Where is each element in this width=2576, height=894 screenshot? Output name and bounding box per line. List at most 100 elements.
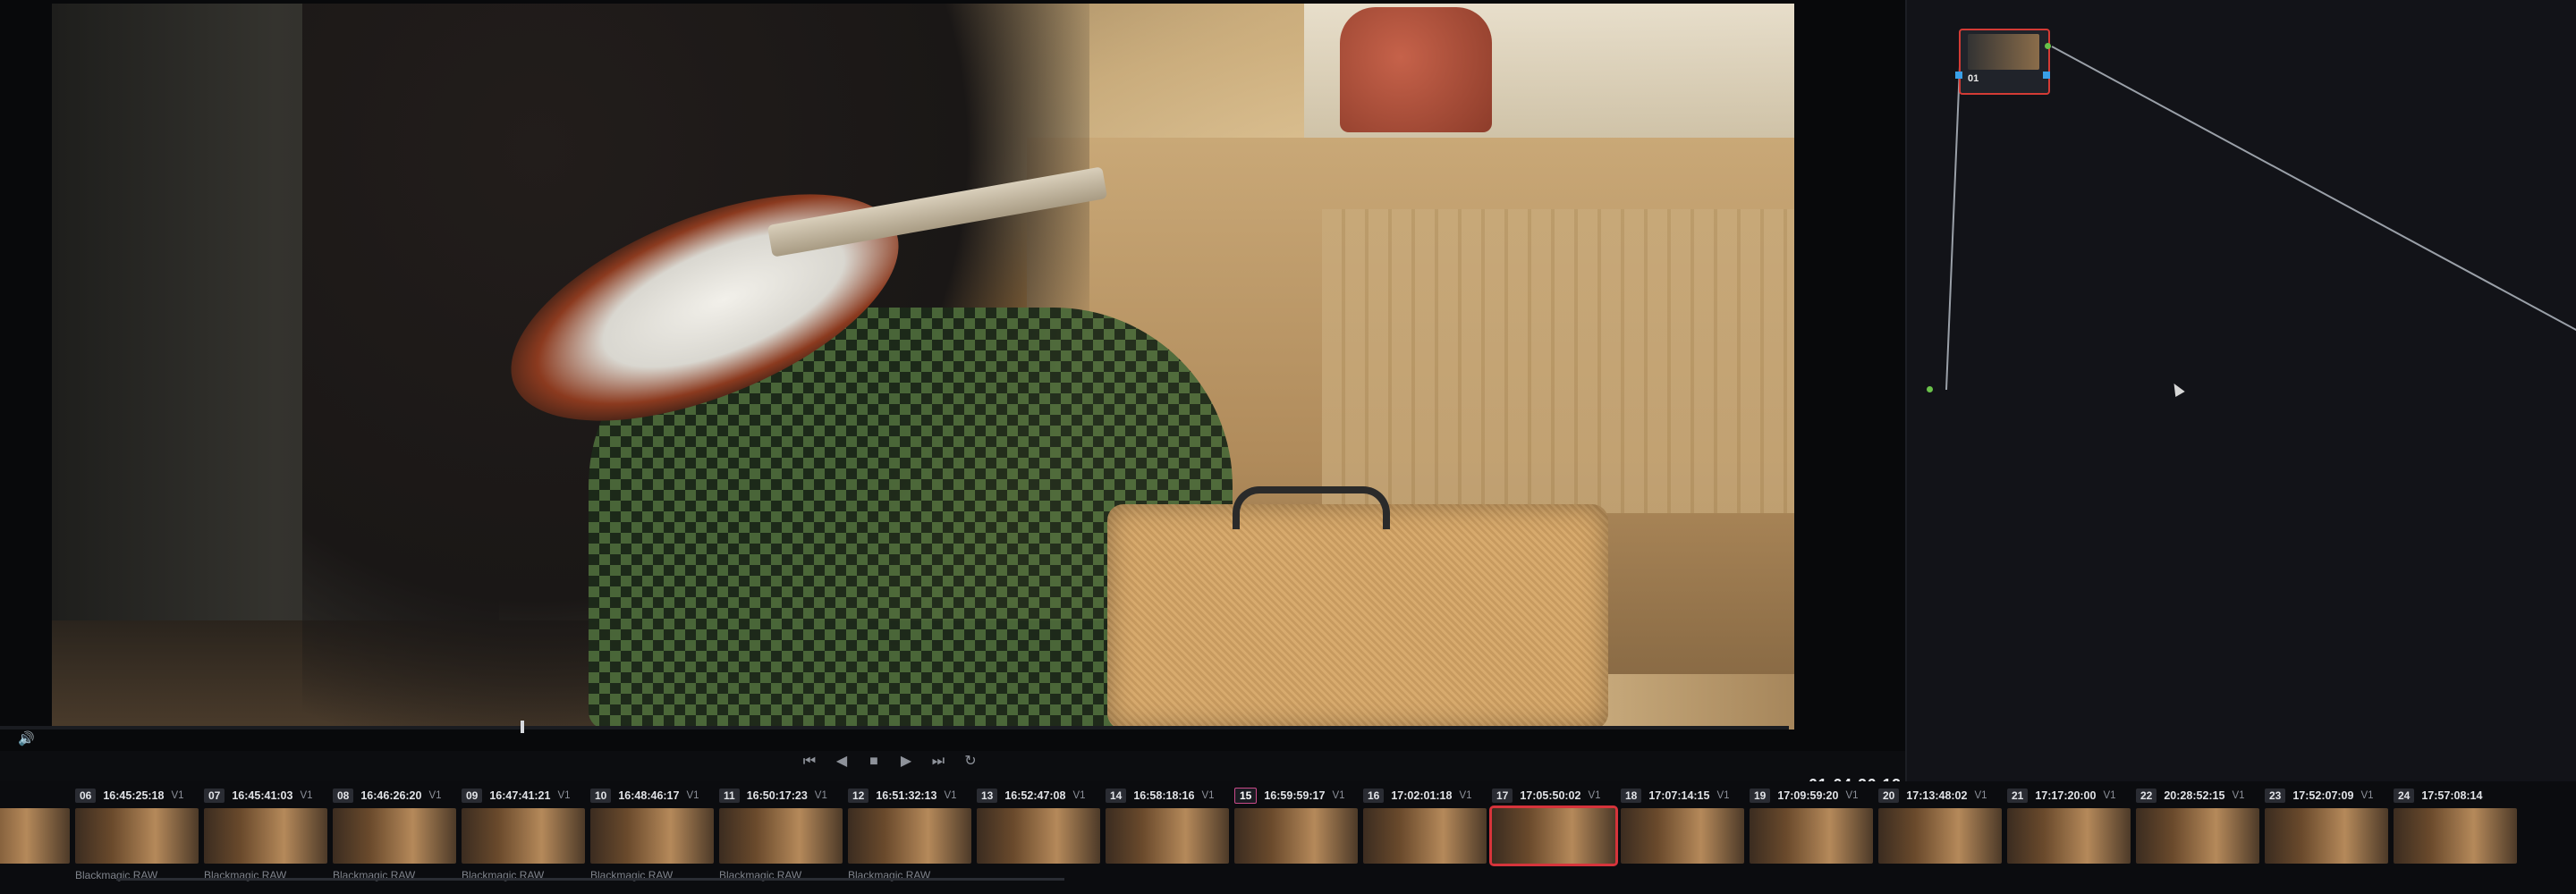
play-reverse-icon[interactable]: ◀: [832, 752, 852, 772]
clip-thumbnail[interactable]: [1489, 805, 1618, 866]
clip-timecode: 16:51:32:13: [876, 789, 937, 802]
frame-plant: [1340, 7, 1492, 132]
playhead-marker[interactable]: [521, 721, 524, 733]
clip-header: 21 17:17:20:00 V1: [2007, 787, 2116, 805]
clip-index-badge: 22: [2136, 789, 2157, 803]
clip-index-badge: 07: [204, 789, 225, 803]
clip-thumbnail[interactable]: [1750, 808, 1873, 864]
scrubber-bar[interactable]: [0, 726, 1789, 730]
clip-thumbnail[interactable]: [333, 808, 456, 864]
clip-timecode: 16:48:46:17: [618, 789, 680, 802]
clip-index-badge: 14: [1106, 789, 1127, 803]
clip-timecode: 16:58:18:16: [1133, 789, 1195, 802]
last-frame-icon[interactable]: ⏭: [928, 752, 948, 772]
node-editor[interactable]: [1905, 0, 2576, 787]
clip-index-badge: 24: [2394, 789, 2415, 803]
node-output-port[interactable]: [2043, 72, 2050, 79]
clip-track-label: V1: [1845, 790, 1859, 801]
clip-timecode: 17:02:01:18: [1391, 789, 1453, 802]
clip-timecode: 16:59:59:17: [1264, 789, 1326, 802]
clip-item[interactable]: 17 17:05:50:02 V1: [1489, 781, 1621, 894]
clip-thumbnail[interactable]: [848, 808, 971, 864]
clip-thumbnail[interactable]: [1106, 808, 1229, 864]
clip-header: 07 16:45:41:03 V1: [204, 787, 313, 805]
clip-track-label: V1: [2360, 790, 2374, 801]
clip-item[interactable]: 18 17:07:14:15 V1: [1621, 781, 1750, 894]
clip-index-badge: 20: [1878, 789, 1900, 803]
clip-header: 23 17:52:07:09 V1: [2265, 787, 2374, 805]
clip-track-label: V1: [2103, 790, 2116, 801]
clip-thumbnail[interactable]: [590, 808, 714, 864]
frame-amp-handle: [1233, 486, 1390, 529]
clip-item[interactable]: 14 16:58:18:16 V1: [1106, 781, 1234, 894]
clip-thumbnail[interactable]: [2007, 808, 2131, 864]
clip-timecode: 16:45:25:18: [103, 789, 165, 802]
clip-item[interactable]: 19 17:09:59:20 V1: [1750, 781, 1878, 894]
clip-item[interactable]: 3:21V1W: [0, 781, 75, 894]
clip-item[interactable]: 23 17:52:07:09 V1: [2265, 781, 2394, 894]
node-thumbnail: [1968, 34, 2039, 70]
clip-timecode: 17:13:48:02: [1906, 789, 1968, 802]
clip-track-label: V1: [1072, 790, 1086, 801]
frame-amp: [1107, 504, 1608, 730]
clip-thumbnail[interactable]: [1878, 808, 2002, 864]
clip-header: 17 17:05:50:02 V1: [1492, 787, 1601, 805]
clip-thumbnail[interactable]: [2136, 808, 2259, 864]
first-frame-icon[interactable]: ⏮: [800, 752, 819, 772]
clip-index-badge: 12: [848, 789, 869, 803]
clip-header: 12 16:51:32:13 V1: [848, 787, 957, 805]
clip-header: 06 16:45:25:18 V1: [75, 787, 184, 805]
clip-thumbnail[interactable]: [977, 808, 1100, 864]
clip-scrollbar[interactable]: [116, 878, 1064, 881]
clip-thumbnail[interactable]: [204, 808, 327, 864]
node-label: 01: [1968, 73, 1979, 84]
clip-item[interactable]: 15 16:59:59:17 V1: [1234, 781, 1363, 894]
clip-track-label: V1: [2232, 790, 2245, 801]
stop-icon[interactable]: ■: [864, 752, 884, 772]
volume-icon[interactable]: 🔊: [18, 731, 35, 747]
clip-thumbnail[interactable]: [2265, 808, 2388, 864]
clip-header: 14 16:58:18:16 V1: [1106, 787, 1215, 805]
viewer-frame[interactable]: [52, 4, 1794, 730]
clip-thumbnail[interactable]: [1234, 808, 1358, 864]
clip-timecode: 16:52:47:08: [1004, 789, 1066, 802]
clip-item[interactable]: 20 17:13:48:02 V1: [1878, 781, 2007, 894]
clip-index-badge: 19: [1750, 789, 1771, 803]
clip-track-label: V1: [1459, 790, 1472, 801]
clip-thumbnail[interactable]: [1621, 808, 1744, 864]
clip-index-badge: 21: [2007, 789, 2029, 803]
clip-header: 08 16:46:26:20 V1: [333, 787, 442, 805]
clip-header: 24 17:57:08:14: [2394, 787, 2482, 805]
clip-header: 09 16:47:41:21 V1: [462, 787, 571, 805]
clip-thumbnail[interactable]: [1363, 808, 1487, 864]
clip-track-label: V1: [171, 790, 184, 801]
transport-controls: ⏮ ◀ ■ ▶ ⏭ ↻: [800, 749, 980, 774]
clip-thumbnail[interactable]: [719, 808, 843, 864]
play-icon[interactable]: ▶: [896, 752, 916, 772]
clip-header: 20 17:13:48:02 V1: [1878, 787, 1987, 805]
clip-item[interactable]: 24 17:57:08:14: [2394, 781, 2522, 894]
clip-index-badge: 06: [75, 789, 97, 803]
clip-index-badge: 18: [1621, 789, 1642, 803]
clip-timecode: 17:09:59:20: [1777, 789, 1839, 802]
clip-index-badge: 13: [977, 789, 998, 803]
clip-item[interactable]: 21 17:17:20:00 V1: [2007, 781, 2136, 894]
clip-track-label: V1: [814, 790, 827, 801]
node-01[interactable]: 01: [1955, 29, 2050, 95]
clip-timecode: 17:52:07:09: [2292, 789, 2354, 802]
clip-timecode: 17:07:14:15: [1648, 789, 1710, 802]
clip-index-badge: 17: [1492, 789, 1513, 803]
clip-index-badge: 10: [590, 789, 612, 803]
node-input-port[interactable]: [1955, 72, 1962, 79]
node-rgb-output-port[interactable]: [2045, 43, 2051, 49]
clip-index-badge: 15: [1234, 788, 1258, 804]
clip-item[interactable]: 22 20:28:52:15 V1: [2136, 781, 2265, 894]
clip-item[interactable]: 16 17:02:01:18 V1: [1363, 781, 1492, 894]
clip-track-label: V1: [1974, 790, 1987, 801]
clip-thumbnail[interactable]: [75, 808, 199, 864]
source-input-port[interactable]: [1927, 386, 1933, 392]
clip-thumbnail[interactable]: [0, 808, 70, 864]
clip-thumbnail[interactable]: [462, 808, 585, 864]
loop-icon[interactable]: ↻: [961, 752, 980, 772]
clip-thumbnail[interactable]: [2394, 808, 2517, 864]
